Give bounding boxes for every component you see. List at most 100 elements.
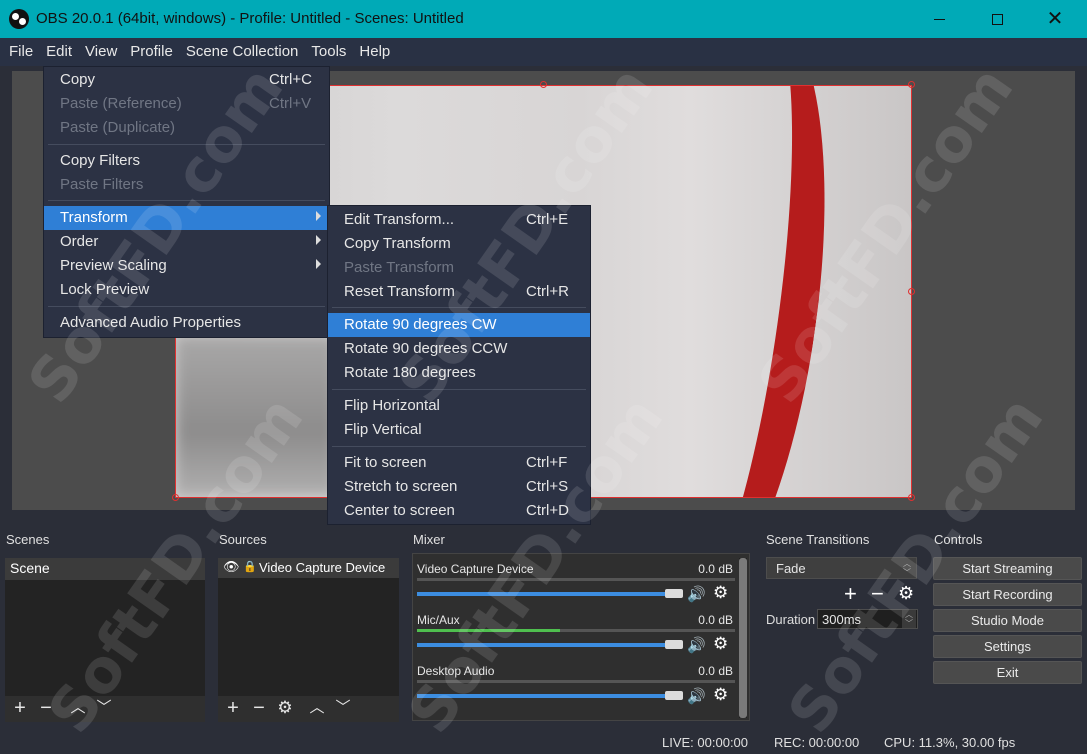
transform-submenu: Edit Transform... Ctrl+E Copy Transform P… [327,205,591,525]
menu-tools[interactable]: Tools [306,38,351,66]
menu-item-rotate-90-ccw[interactable]: Rotate 90 degrees CCW [328,337,590,361]
transition-select[interactable]: Fade ︿ ﹀ [766,557,917,579]
source-name: Video Capture Device [259,560,386,575]
menu-item-center-to-screen[interactable]: Center to screen Ctrl+D [328,499,590,523]
resize-handle-top-right[interactable] [908,81,915,88]
menu-item-fit-to-screen[interactable]: Fit to screen Ctrl+F [328,451,590,475]
menu-item-preview-scaling[interactable]: Preview Scaling [44,254,329,278]
menu-edit[interactable]: Edit [41,38,77,66]
duration-input[interactable]: 300ms ︿ ﹀ [817,609,918,629]
volume-slider[interactable] [417,592,679,596]
scenes-toolbar: + − ︿ ﹀ [5,696,205,722]
minimize-button[interactable] [910,0,968,38]
maximize-button[interactable] [968,0,1026,38]
edit-menu: Copy Ctrl+C Paste (Reference) Ctrl+V Paste… [43,66,330,338]
mixer-scrollbar-thumb[interactable] [739,558,747,718]
remove-scene-icon[interactable]: − [33,696,59,722]
submenu-arrow-icon [316,211,321,221]
move-source-up-icon[interactable]: ︿ [304,696,330,722]
controls-dock-title: Controls [934,532,983,547]
menu-item-copy[interactable]: Copy Ctrl+C [44,68,329,92]
add-source-icon[interactable]: + [220,696,246,722]
menu-item-paste-filters[interactable]: Paste Filters [44,173,329,197]
audio-mixer: Video Capture Device 0.0 dB 🔊 ⚙ Mic/Aux … [412,553,750,721]
sources-toolbar: + − ⚙ ︿ ﹀ [218,696,399,722]
source-list-item[interactable]: 👁 🔒 Video Capture Device [218,558,399,578]
menu-separator [48,144,325,145]
add-scene-icon[interactable]: + [7,696,33,722]
menu-view[interactable]: View [80,38,122,66]
volume-meter [417,629,735,632]
mixer-scrollbar[interactable] [739,558,747,718]
menu-item-paste-duplicate[interactable]: Paste (Duplicate) [44,116,329,140]
speaker-icon[interactable]: 🔊 [687,585,706,603]
source-settings-gear-icon[interactable]: ⚙ [272,696,298,722]
menu-item-copy-transform[interactable]: Copy Transform [328,232,590,256]
resize-handle-bottom-right[interactable] [908,494,915,501]
minimize-icon [933,18,945,20]
menu-item-order[interactable]: Order [44,230,329,254]
mixer-settings-gear-icon[interactable]: ⚙ [713,634,728,654]
speaker-icon[interactable]: 🔊 [687,687,706,705]
spinner-updown-icon[interactable]: ︿ ﹀ [902,610,916,628]
menu-item-copy-filters[interactable]: Copy Filters [44,149,329,173]
cpu-fps-status: CPU: 11.3%, 30.00 fps [884,735,1016,750]
remove-source-icon[interactable]: − [246,696,272,722]
menu-item-reset-transform[interactable]: Reset Transform Ctrl+R [328,280,590,304]
resize-handle-top[interactable] [540,81,547,88]
mixer-track-db: 0.0 dB [698,664,733,678]
menu-item-paste-transform[interactable]: Paste Transform [328,256,590,280]
video-blur-region [176,336,336,496]
menu-item-flip-horizontal[interactable]: Flip Horizontal [328,394,590,418]
volume-slider-handle[interactable] [665,691,683,700]
transition-settings-gear-icon[interactable]: ⚙ [898,583,914,604]
resize-handle-right[interactable] [908,288,915,295]
volume-slider[interactable] [417,694,679,698]
move-scene-down-icon[interactable]: ﹀ [91,696,117,722]
add-transition-icon[interactable]: + [844,581,857,607]
lock-icon[interactable]: 🔒 [243,560,257,573]
start-streaming-button[interactable]: Start Streaming [933,557,1082,580]
menu-scene-collection[interactable]: Scene Collection [181,38,304,66]
mixer-settings-gear-icon[interactable]: ⚙ [713,685,728,705]
volume-slider-handle[interactable] [665,640,683,649]
studio-mode-button[interactable]: Studio Mode [933,609,1082,632]
move-source-down-icon[interactable]: ﹀ [330,696,356,722]
menu-item-edit-transform[interactable]: Edit Transform... Ctrl+E [328,208,590,232]
menu-item-paste-reference[interactable]: Paste (Reference) Ctrl+V [44,92,329,116]
menu-file[interactable]: File [4,38,38,66]
menu-item-advanced-audio[interactable]: Advanced Audio Properties [44,311,329,335]
obs-logo-icon [9,9,29,29]
move-scene-up-icon[interactable]: ︿ [65,696,91,722]
menu-item-flip-vertical[interactable]: Flip Vertical [328,418,590,442]
menu-profile[interactable]: Profile [125,38,178,66]
mixer-dock-title: Mixer [413,532,445,547]
live-timer: LIVE: 00:00:00 [662,735,749,750]
volume-slider[interactable] [417,643,679,647]
settings-button[interactable]: Settings [933,635,1082,658]
menu-separator [332,389,586,390]
start-recording-button[interactable]: Start Recording [933,583,1082,606]
transitions-dock-title: Scene Transitions [766,532,870,547]
maximize-icon [991,13,1003,25]
menu-item-rotate-180[interactable]: Rotate 180 degrees [328,361,590,385]
duration-label: Duration [766,612,816,627]
video-red-stripe [583,86,859,497]
menu-help[interactable]: Help [354,38,395,66]
exit-button[interactable]: Exit [933,661,1082,684]
menu-item-stretch-to-screen[interactable]: Stretch to screen Ctrl+S [328,475,590,499]
mixer-settings-gear-icon[interactable]: ⚙ [713,583,728,603]
source-list[interactable] [218,558,399,696]
remove-transition-icon[interactable]: − [871,581,884,607]
eye-visibility-icon[interactable]: 👁 [223,559,240,575]
menu-item-transform[interactable]: Transform [44,206,329,230]
close-button[interactable]: ✕ [1026,0,1084,38]
menu-item-rotate-90-cw[interactable]: Rotate 90 degrees CW [328,313,590,337]
mixer-track-name: Desktop Audio [417,664,495,678]
mixer-track-db: 0.0 dB [698,613,733,627]
scene-list-item[interactable]: Scene [5,558,205,580]
menu-item-lock-preview[interactable]: Lock Preview [44,278,329,302]
resize-handle-bottom-left[interactable] [172,494,179,501]
volume-slider-handle[interactable] [665,589,683,598]
speaker-icon[interactable]: 🔊 [687,636,706,654]
